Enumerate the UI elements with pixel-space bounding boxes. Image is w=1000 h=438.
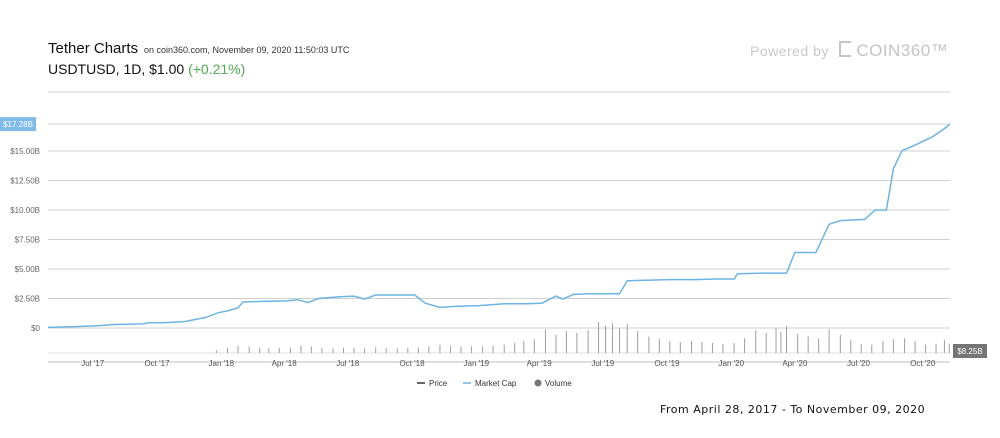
y-tick-label: $5.00B <box>15 265 40 274</box>
legend-volume-swatch <box>534 379 542 387</box>
x-tick-label: Jul '19 <box>591 359 614 368</box>
volume-bars <box>215 321 950 353</box>
x-tick-label: Oct '20 <box>910 359 936 368</box>
y-tick-label: $2.50B <box>15 295 40 304</box>
legend-volume-label: Volume <box>545 379 572 388</box>
legend-market-cap-label: Market Cap <box>475 379 517 388</box>
x-tick-label: Jan '18 <box>209 359 235 368</box>
market-cap-line <box>47 123 951 329</box>
x-tick-label: Oct '18 <box>399 359 425 368</box>
x-tick-label: Oct '19 <box>654 359 680 368</box>
legend[interactable]: Price Market Cap Volume <box>417 379 572 388</box>
y-axis-labels: $0 $2.50B $5.00B $7.50B $10.00B $12.50B $15.00… <box>10 147 40 333</box>
x-tick-label: Jul '18 <box>336 359 359 368</box>
volume-value-label: $8.25B <box>957 347 982 356</box>
x-tick-label: Apr '20 <box>782 359 808 368</box>
market-cap-value-label: $17.28B <box>3 120 33 129</box>
x-tick-label: Apr '19 <box>527 359 553 368</box>
x-tick-label: Jul '17 <box>81 359 104 368</box>
x-tick-label: Jul '20 <box>847 359 870 368</box>
date-range: From April 28, 2017 - To November 09, 20… <box>660 403 926 416</box>
y-tick-label: $7.50B <box>15 236 40 245</box>
x-tick-label: Oct '17 <box>144 359 170 368</box>
value-markers: $17.28B $8.25B <box>0 117 987 358</box>
x-axis-labels: Jul '17 Oct '17 Jan '18 Apr '18 Jul '18 Oct '… <box>81 359 936 368</box>
y-tick-label: $10.00B <box>10 206 40 215</box>
x-tick-label: Jan '19 <box>464 359 490 368</box>
y-tick-label: $12.50B <box>10 177 40 186</box>
chart-svg[interactable]: $0 $2.50B $5.00B $7.50B $10.00B $12.50B $15.00… <box>0 0 1000 438</box>
y-tick-label: $0 <box>31 324 40 333</box>
y-tick-label: $15.00B <box>10 147 40 156</box>
legend-price-label: Price <box>429 379 448 388</box>
x-tick-label: Jan '20 <box>719 359 745 368</box>
x-tick-label: Apr '18 <box>272 359 298 368</box>
